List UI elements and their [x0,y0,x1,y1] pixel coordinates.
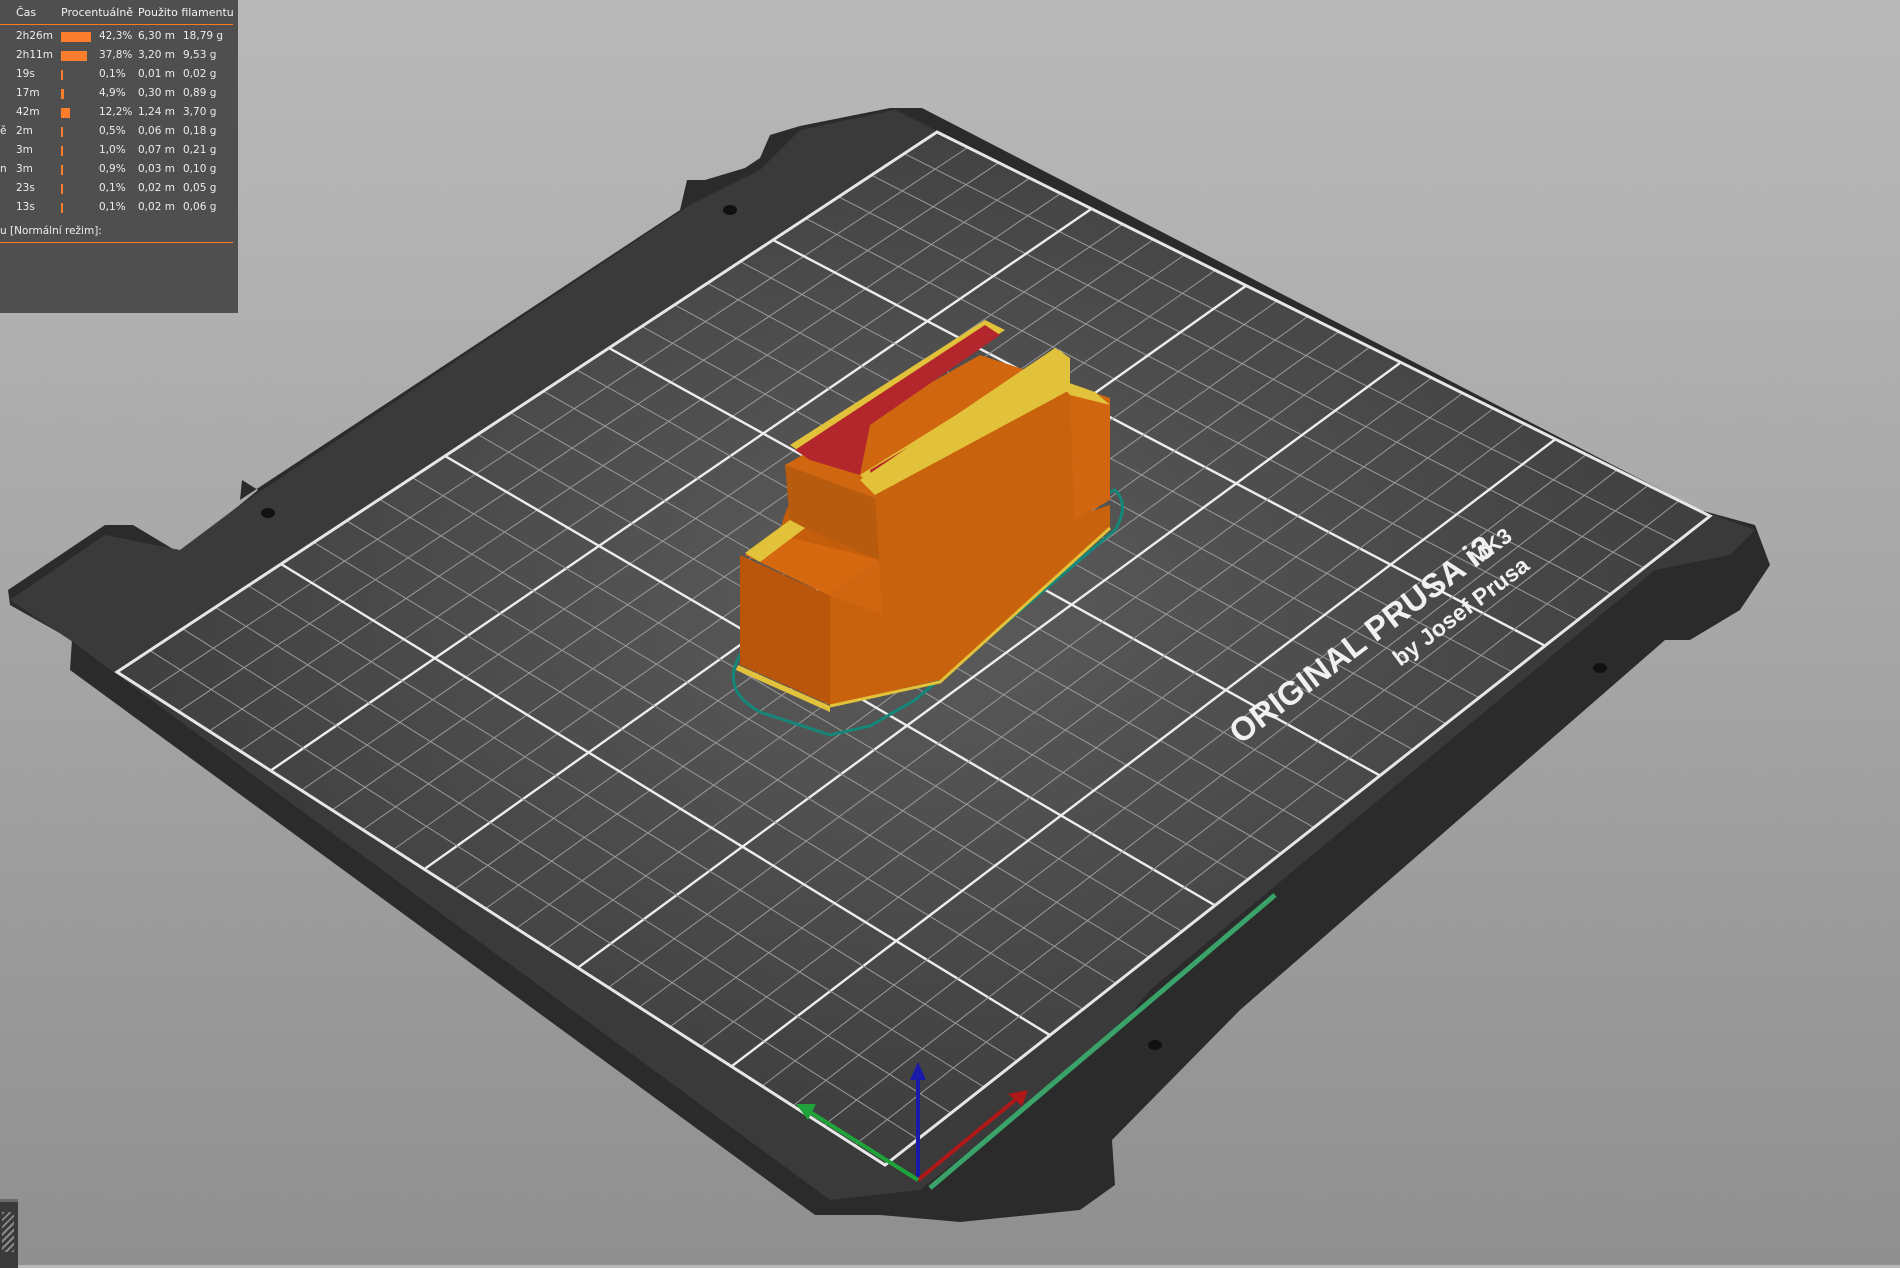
legend-row-length: 0,07 m [138,144,175,156]
legend-row-percent-bar [61,184,63,194]
layer-slider-handle[interactable] [0,1199,18,1268]
legend-row: 23s 0,1% 0,02 m 0,05 g [0,180,238,199]
legend-row: 19s 0,1% 0,01 m 0,02 g [0,66,238,85]
legend-row-weight: 0,89 g [183,87,217,99]
legend-row-label: n [0,163,7,175]
header-time: Čas [16,6,37,19]
legend-row-weight: 18,79 g [183,30,224,42]
legend-row-percent-bar [61,203,63,213]
legend-row-percent: 0,5% [99,125,126,137]
header-filament: Použito filamentu [138,6,234,19]
legend-row: n 3m 0,9% 0,03 m 0,10 g [0,161,238,180]
legend-row-time: 2h11m [16,49,53,61]
legend-row-label: ě [0,125,7,137]
legend-row-percent: 42,3% [99,30,133,42]
legend-row-length: 0,30 m [138,87,175,99]
legend-row: 2h26m 42,3% 6,30 m 18,79 g [0,28,238,47]
legend-row-length: 0,03 m [138,163,175,175]
legend-row-percent-bar [61,165,63,175]
legend-row-percent-bar [61,127,63,137]
3d-preview-viewport[interactable]: ORIGINAL PRUSA i3 MK3 by Josef Prusa [0,0,1900,1265]
legend-row-percent-bar [61,108,70,118]
legend-row-percent: 0,1% [99,182,126,194]
legend-row-percent: 0,9% [99,163,126,175]
legend-row-time: 23s [16,182,35,194]
legend-row-percent: 12,2% [99,106,133,118]
legend-row-time: 13s [16,201,35,213]
legend-row-percent-bar [61,32,91,42]
legend-row-time: 2h26m [16,30,53,42]
legend-row-time: 17m [16,87,40,99]
legend-row-weight: 3,70 g [183,106,217,118]
legend-row-time: 2m [16,125,33,137]
legend-row-length: 0,01 m [138,68,175,80]
legend-row-percent: 37,8% [99,49,133,61]
legend-row-time: 19s [16,68,35,80]
legend-row-percent-bar [61,51,87,61]
legend-row: 13s 0,1% 0,02 m 0,06 g [0,199,238,218]
legend-row-length: 0,06 m [138,125,175,137]
legend-row-percent: 0,1% [99,201,126,213]
legend-row: 42m 12,2% 1,24 m 3,70 g [0,104,238,123]
slider-grip-icon [2,1212,14,1252]
legend-row-length: 6,30 m [138,30,175,42]
legend-row-percent: 4,9% [99,87,126,99]
legend-row-time: 3m [16,163,33,175]
legend-row-weight: 0,02 g [183,68,217,80]
legend-row-length: 0,02 m [138,201,175,213]
legend-row-weight: 0,06 g [183,201,217,213]
legend-row-time: 42m [16,106,40,118]
legend-row-weight: 0,18 g [183,125,217,137]
legend-row-time: 3m [16,144,33,156]
legend-row: 3m 1,0% 0,07 m 0,21 g [0,142,238,161]
statistics-legend-panel: Čas Procentuálně Použito filamentu 2h26m… [0,0,238,313]
legend-header: Čas Procentuálně Použito filamentu [0,6,238,24]
legend-row: 17m 4,9% 0,30 m 0,89 g [0,85,238,104]
legend-row-weight: 0,05 g [183,182,217,194]
legend-row-weight: 0,10 g [183,163,217,175]
legend-row-length: 3,20 m [138,49,175,61]
footer-divider [0,242,233,243]
legend-row-weight: 0,21 g [183,144,217,156]
legend-row: 2h11m 37,8% 3,20 m 9,53 g [0,47,238,66]
legend-row-percent-bar [61,146,63,156]
legend-row-weight: 9,53 g [183,49,217,61]
legend-row-length: 0,02 m [138,182,175,194]
header-divider [0,24,233,25]
legend-footer: u [Normální režim]: [0,225,102,237]
legend-row-percent: 1,0% [99,144,126,156]
legend-row-percent-bar [61,89,64,99]
legend-row: ě 2m 0,5% 0,06 m 0,18 g [0,123,238,142]
legend-row-percent-bar [61,70,63,80]
header-percent: Procentuálně [61,6,134,19]
legend-row-length: 1,24 m [138,106,175,118]
legend-row-percent: 0,1% [99,68,126,80]
